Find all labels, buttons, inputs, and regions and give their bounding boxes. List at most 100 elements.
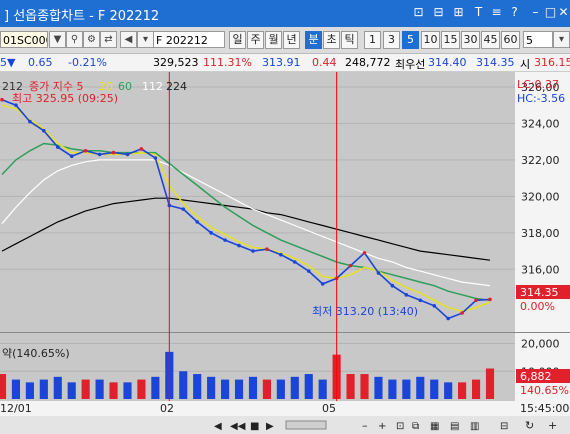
price-point — [28, 119, 32, 124]
chart-type-icon[interactable]: ▥ — [470, 421, 479, 432]
zoom-slider[interactable] — [285, 420, 327, 430]
volume-bar — [346, 374, 355, 399]
volume-bar — [179, 371, 188, 399]
zoom-out-icon[interactable]: – — [362, 419, 368, 432]
legend-ma60: 60 — [118, 80, 132, 93]
volume-bar — [318, 379, 327, 399]
price-point — [432, 303, 437, 308]
interval-60-button[interactable]: 60 — [501, 31, 520, 49]
interval-3-button[interactable]: 3 — [383, 31, 400, 49]
time-label-2: 02 — [160, 402, 174, 415]
price-point — [125, 152, 130, 157]
volume-label: 약(140.65%) — [2, 346, 70, 360]
stop-icon[interactable]: ■ — [250, 421, 259, 432]
period-tick-button[interactable]: 틱 — [341, 31, 358, 49]
price-point — [111, 150, 116, 155]
option-dropdown-icon[interactable]: ▾ — [137, 31, 154, 48]
period-minute-button[interactable]: 분 — [305, 31, 322, 49]
price-chart[interactable]: 326,00324,00322,00320,00318,00316,00 20,… — [0, 72, 570, 434]
legend-ma224: 224 — [166, 80, 187, 93]
time-label-current: 15:45:00 — [520, 402, 569, 415]
settings-icon[interactable]: ⚙ — [83, 31, 100, 48]
interval-1-button[interactable]: 1 — [364, 31, 381, 49]
split-view-icon[interactable]: ⊟ — [431, 5, 446, 20]
volume-bar — [67, 382, 76, 399]
menu-icon[interactable]: ≡ — [489, 5, 504, 20]
layout-icon[interactable]: ⊞ — [451, 5, 466, 20]
volume-bar — [262, 379, 271, 399]
change-rate: -0.21% — [68, 56, 107, 69]
zoom-in-icon[interactable]: + — [378, 421, 386, 432]
prev-icon[interactable]: ◀◀ — [230, 421, 246, 432]
minimize-icon[interactable]: – — [528, 5, 543, 20]
price-point — [153, 156, 158, 160]
grid-icon[interactable]: ▦ — [430, 421, 439, 432]
interval-30-button[interactable]: 30 — [461, 31, 480, 49]
price-point — [251, 249, 255, 253]
price-point — [0, 97, 4, 102]
price-tick-label: 324,00 — [521, 117, 560, 130]
price-point — [460, 311, 464, 315]
dropdown-icon[interactable]: ▼ — [49, 31, 66, 48]
open-label: 시 — [520, 58, 531, 71]
price-point — [195, 220, 199, 224]
period-day-button[interactable]: 일 — [229, 31, 246, 49]
volume-bar — [485, 368, 495, 399]
price-point — [348, 263, 353, 268]
next-icon[interactable]: ▶ — [266, 421, 274, 432]
save-icon[interactable]: ⊟ — [500, 421, 508, 432]
bid-price: 314.40 — [428, 56, 467, 69]
interval-5-button[interactable]: 5 — [402, 31, 419, 49]
scroll-left-icon[interactable]: ◀ — [214, 421, 222, 432]
snapshot-icon[interactable]: ⊡ — [411, 5, 426, 20]
volume-bar — [193, 374, 202, 399]
price-point — [306, 269, 311, 273]
period-week-button[interactable]: 주 — [247, 31, 264, 49]
interval-45-button[interactable]: 45 — [481, 31, 500, 49]
symbol-field[interactable]: F 202212 — [153, 31, 225, 48]
close-icon[interactable]: ✕ — [556, 5, 570, 20]
count-dropdown-icon[interactable]: ▾ — [553, 31, 570, 48]
interval-15-button[interactable]: 15 — [441, 31, 460, 49]
text-icon[interactable]: T — [471, 5, 486, 20]
volume-pct-tag: 140.65% — [520, 384, 569, 397]
price-tick-label: 318,00 — [521, 227, 560, 240]
fit-icon[interactable]: ⊡ — [396, 421, 404, 432]
basis-diff: 0.44 — [312, 56, 337, 69]
volume-bar — [458, 382, 467, 399]
count-field[interactable]: 5 — [523, 31, 553, 48]
volume-bar — [471, 379, 481, 399]
copy-icon[interactable]: ⧉ — [412, 421, 419, 432]
volume-bar — [304, 374, 313, 399]
period-year-button[interactable]: 년 — [283, 31, 300, 49]
price-point — [418, 298, 423, 303]
price-tick-label: 320,00 — [521, 190, 560, 203]
time-axis — [0, 401, 570, 416]
speaker-icon[interactable]: ◀ — [120, 31, 137, 48]
volume-bar — [25, 382, 34, 399]
time-label-1: 12/01 — [0, 402, 32, 415]
volume-bar — [276, 379, 285, 399]
help-icon[interactable]: ? — [507, 5, 522, 20]
link-icon[interactable]: ⇄ — [100, 31, 117, 48]
legend-ma112: 112 — [142, 80, 163, 93]
best-quote-label: 최우선 — [395, 58, 426, 71]
add-icon[interactable]: + — [548, 419, 557, 432]
volume-bar — [81, 379, 90, 399]
period-month-button[interactable]: 월 — [265, 31, 282, 49]
price-point — [42, 128, 46, 133]
search-icon[interactable]: ⚲ — [66, 31, 83, 48]
price-point — [97, 152, 102, 157]
interval-10-button[interactable]: 10 — [421, 31, 440, 49]
volume-bar — [137, 379, 146, 399]
title-bar: ] 선옵종합차트 - F 202212 ⊡ ⊟ ⊞ T ≡ ? – □ ✕ — [0, 0, 570, 27]
price-tick-label: 316,00 — [521, 263, 560, 276]
change-indicator: 5▼ — [0, 56, 16, 69]
code-field[interactable]: 01SC000 — [0, 31, 48, 48]
lc-label: LC:0.37 — [517, 78, 559, 91]
tool-icon[interactable]: ▤ — [450, 421, 459, 432]
volume-bar — [207, 376, 216, 399]
scroll-bar[interactable] — [0, 416, 570, 434]
period-second-button[interactable]: 초 — [323, 31, 340, 49]
reset-icon[interactable]: ↻ — [525, 419, 534, 432]
